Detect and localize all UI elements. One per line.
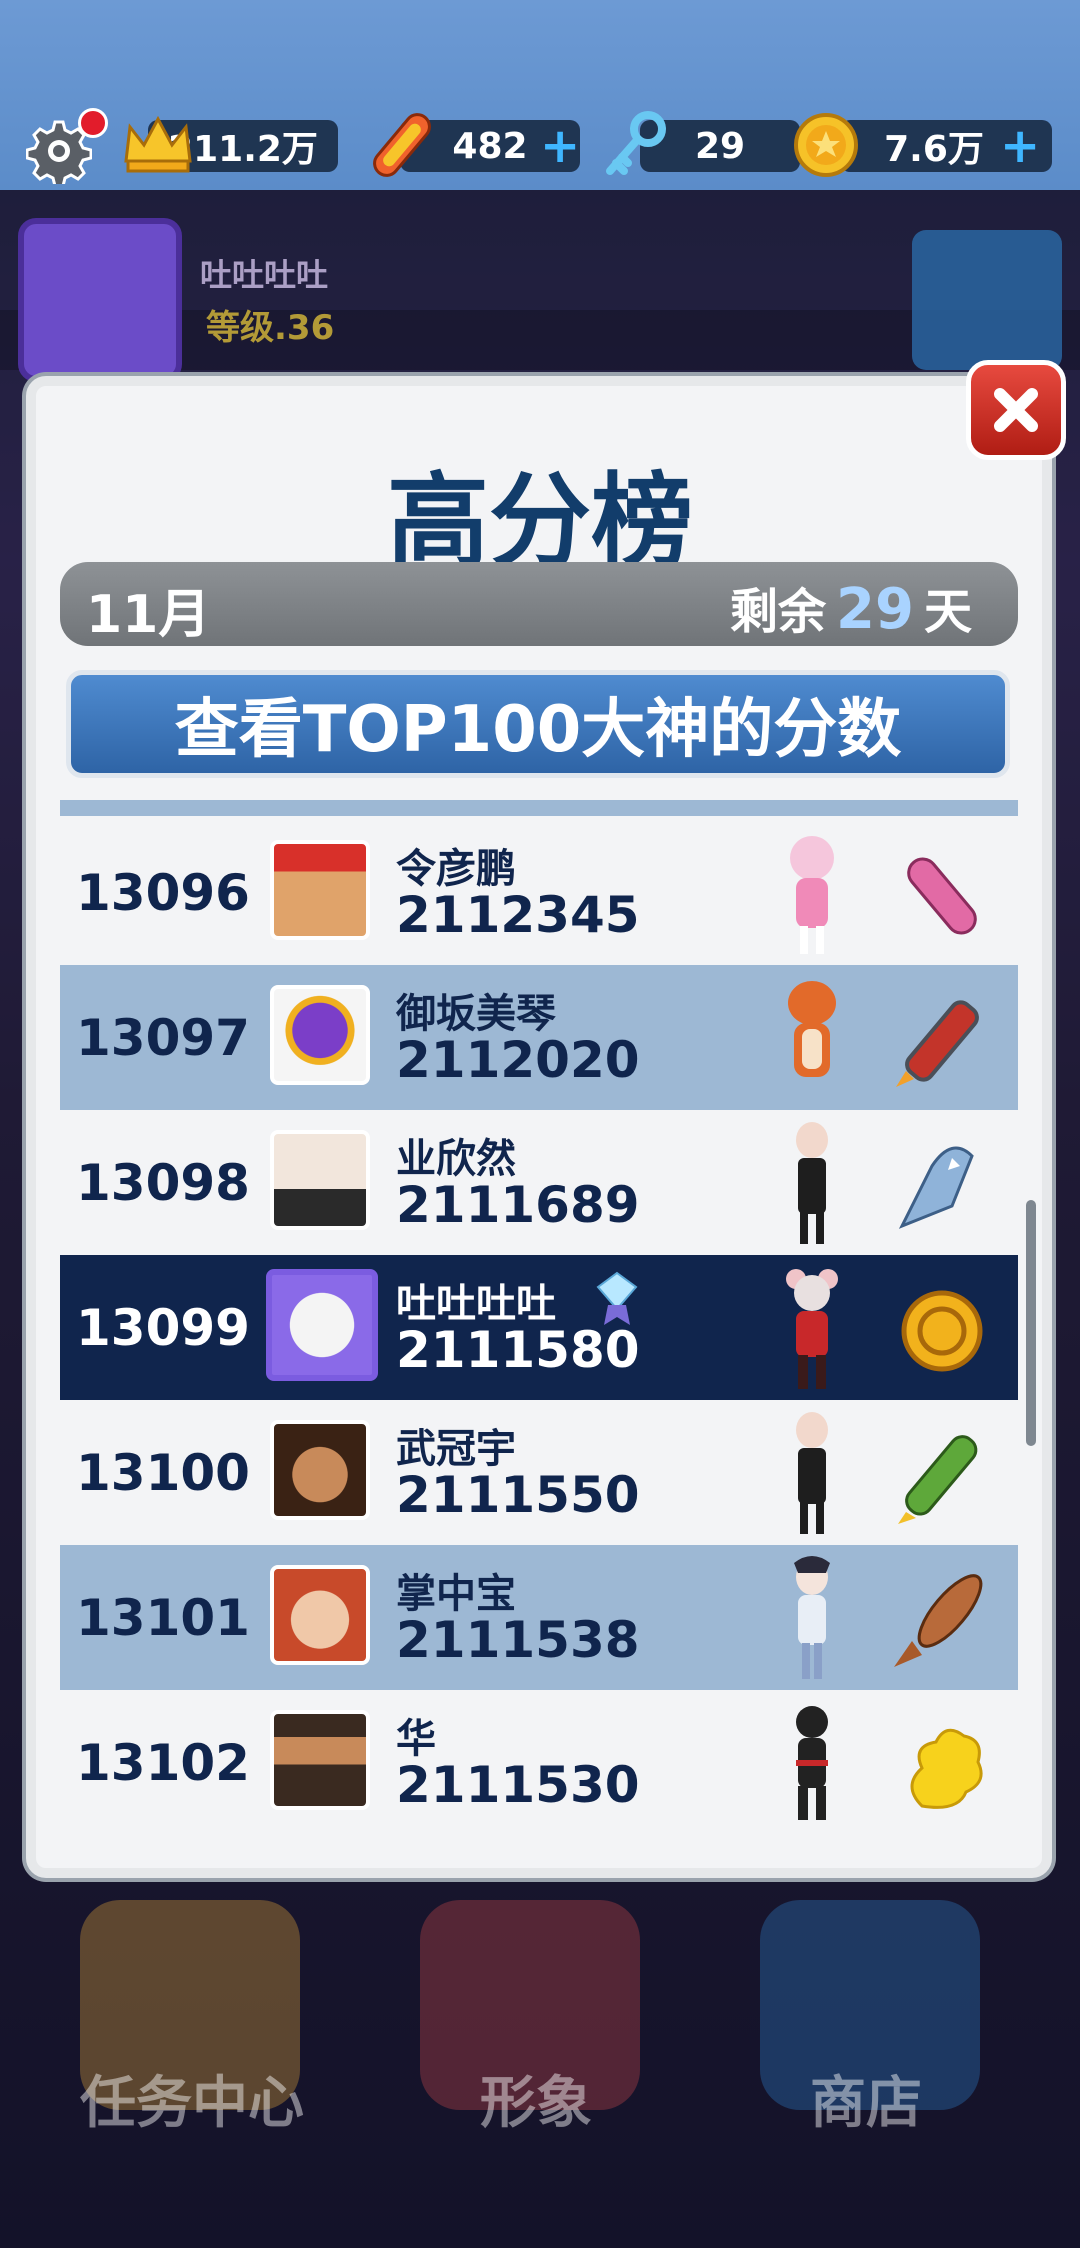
leaderboard-row[interactable]: 13096 令彦鹏 2112345 [60,820,1018,965]
remaining-days: 剩余 29 天 [730,572,972,642]
leaderboard-row[interactable]: 13101 掌中宝 2111538 [60,1545,1018,1690]
leaderboard-row[interactable]: 13098 业欣然 2111689 [60,1110,1018,1255]
leaderboard-scrollbar[interactable] [1026,1200,1036,1446]
player-score: 2111530 [396,1756,640,1814]
hoverboard-icon [362,105,442,185]
rank: 13098 [76,1154,250,1212]
bearded-man-icon [270,1710,370,1810]
rank: 13097 [76,1009,250,1067]
player-score: 2112020 [396,1031,640,1089]
yellow-cloud-board-icon [910,1728,983,1809]
leaderboard-row[interactable]: 13102 华 2111530 [60,1690,1018,1835]
dancer-character-icon [794,1556,830,1679]
pink-flower-board-icon [907,857,977,935]
rocket-board-icon [896,1000,979,1087]
rank: 13099 [76,1299,250,1357]
partial-row [60,800,1018,816]
rank: 13096 [76,864,250,922]
month-label: 11月 [86,585,211,645]
rank: 13102 [76,1734,250,1792]
golden-coin-board-icon [901,1290,983,1372]
add-coins-button[interactable]: + [1000,122,1040,170]
remaining-prefix: 剩余 [730,584,827,640]
board-count: 482 [452,125,528,167]
pink-bunny-character-icon [790,836,834,954]
bunny-suit-icon [270,1130,370,1230]
player-score: 2111580 [396,1321,640,1379]
nav-shop[interactable]: 商店 [810,2058,922,2139]
coin-icon [786,105,866,185]
purple-mask-icon [270,985,370,1085]
profile-level: 等级.36 [206,308,335,348]
profile-avatar[interactable] [18,218,182,382]
remaining-days-number: 29 [836,577,914,642]
player-score: 2111550 [396,1466,640,1524]
crown-icon [118,105,198,185]
notification-dot [78,108,108,138]
mouse-character-icon [786,1269,838,1389]
nav-appearance[interactable]: 形象 [480,2058,592,2139]
nav-mission-center[interactable]: 任务中心 [80,2058,304,2139]
rank: 13101 [76,1589,250,1647]
top-hud: 211.2万 482 + 29 7.6万 + [0,0,1080,190]
player-score: 2111689 [396,1176,640,1234]
green-star-board-icon [898,1435,978,1524]
close-icon [994,388,1038,432]
key-count: 29 [694,125,746,167]
rank: 13100 [76,1444,250,1502]
leaderboard-row-me[interactable]: 13099 吐吐吐吐 2111580 [60,1255,1018,1400]
player-score: 2111538 [396,1611,640,1669]
leaderboard-list[interactable]: 13096 令彦鹏 2112345 13097 御坂美琴 2112020 130… [60,800,1018,1862]
fox-character-icon [788,981,836,1077]
shark-board-icon [898,1146,974,1229]
bunny-suit-character-icon [796,1122,828,1244]
leaderboard-row[interactable]: 13097 御坂美琴 2112020 [60,965,1018,1110]
girl-buns-icon [270,1420,370,1520]
key-icon [596,105,676,185]
leaderboard-row[interactable]: 13100 武冠宇 2111550 [60,1400,1018,1545]
player-score: 2112345 [396,886,640,944]
book-icon[interactable] [912,230,1062,370]
bunny-suit-character-icon [796,1412,828,1534]
ninja-character-icon [796,1706,828,1820]
coin-count: 7.6万 [884,129,984,170]
add-boards-button[interactable]: + [540,122,580,170]
fox-mask-icon [266,1269,378,1381]
cap-boy-icon [270,840,370,940]
remaining-suffix: 天 [923,584,972,640]
glasses-girl-icon [270,1565,370,1665]
profile-name: 吐吐吐吐 [200,256,329,294]
wooden-wing-board-icon [894,1574,983,1667]
view-top100-button[interactable]: 查看TOP100大神的分数 [66,670,1010,778]
diamond-badge-icon [596,1271,638,1325]
